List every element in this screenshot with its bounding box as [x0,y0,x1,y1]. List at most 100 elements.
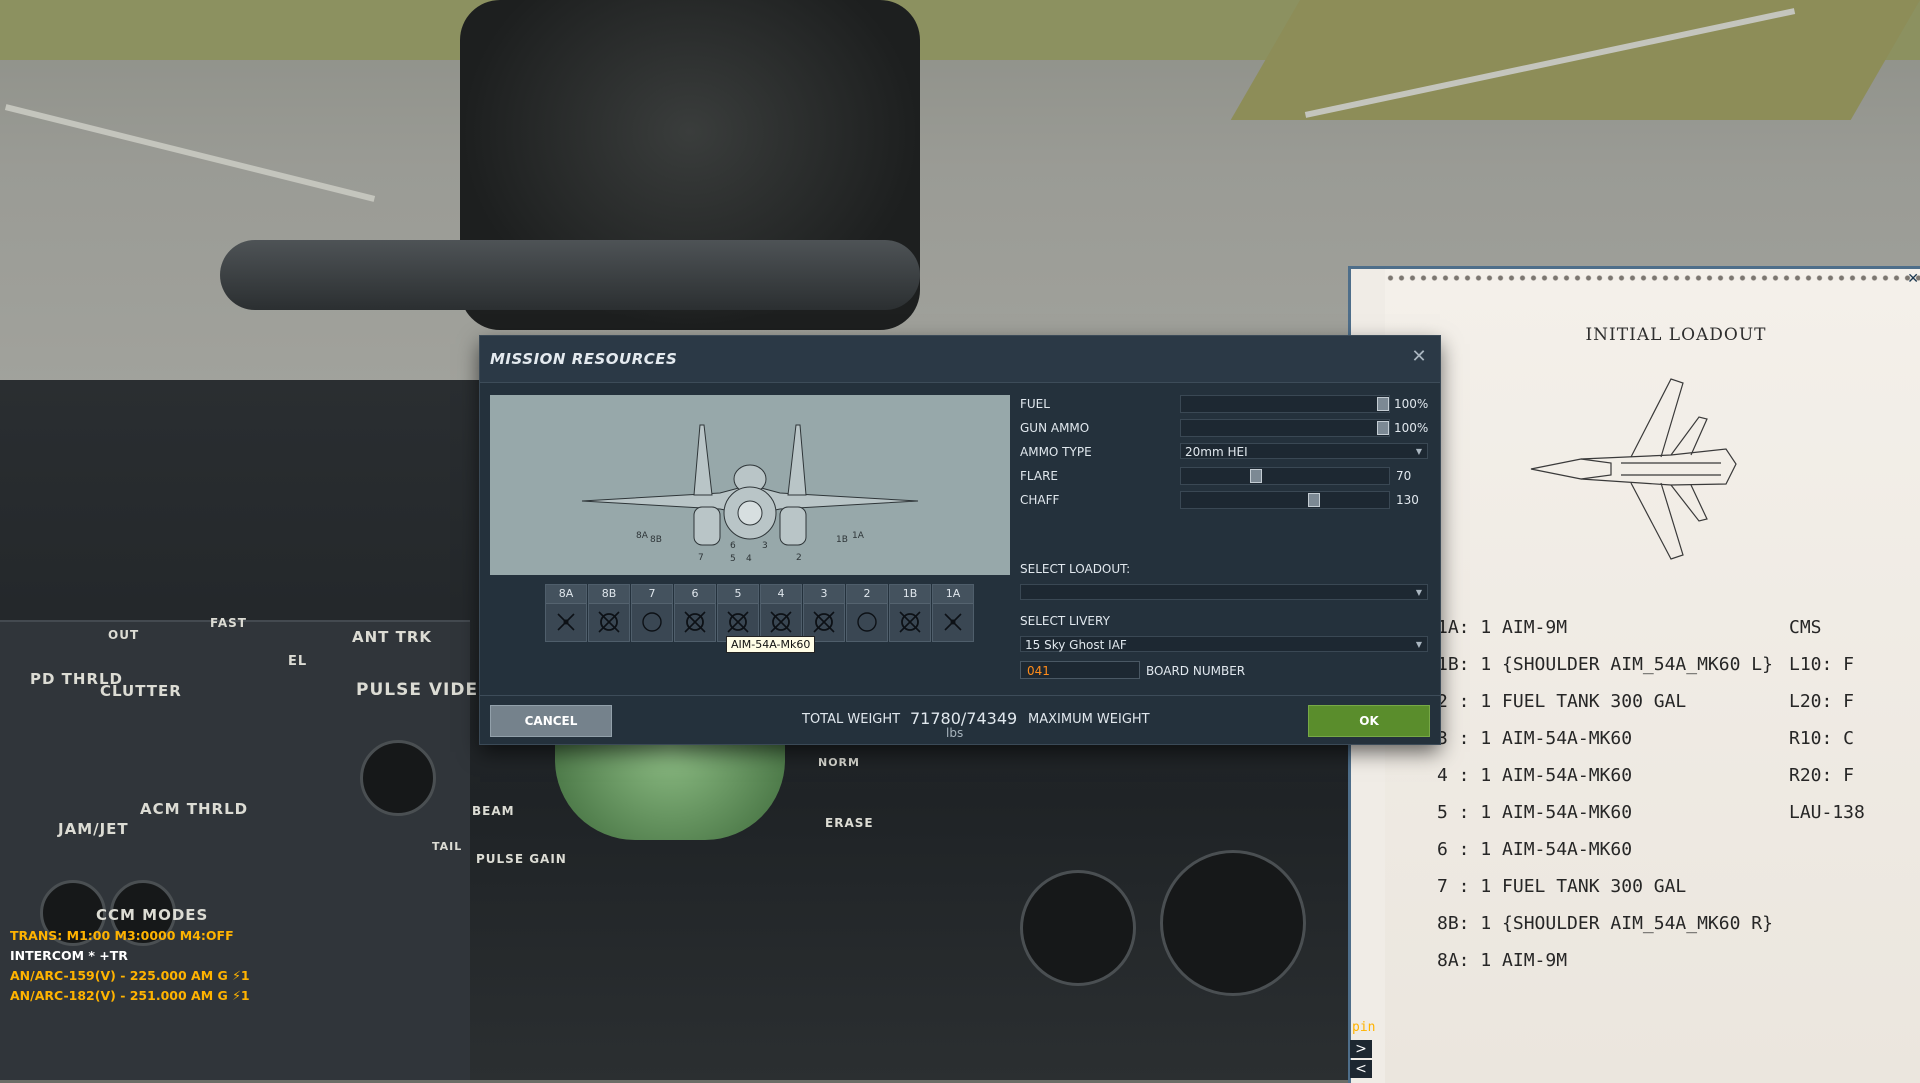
select-livery-label: SELECT LIVERY [1020,614,1110,628]
dialog-title: MISSION RESOURCES [490,350,678,368]
pylon-label: 8B [589,585,629,604]
total-weight-label: TOTAL WEIGHT [802,712,901,727]
el-label: EL [288,654,308,669]
aim-9m-icon [557,613,575,631]
loadout-line: 6 : 1 AIM-54A-MK60 [1437,839,1633,860]
dialog-footer: CANCEL TOTAL WEIGHT 71780/74349 lbs MAXI… [480,695,1440,744]
preview-label-5: 5 [730,554,736,564]
preview-label-8b: 8B [650,535,662,545]
preview-label-6: 6 [730,541,736,551]
preview-label-7: 7 [698,553,704,563]
fuel-value: 100% [1394,397,1429,411]
flare-slider-thumb[interactable] [1250,469,1262,483]
pylon-label: 6 [675,585,715,604]
pylon-slot[interactable]: 6 [674,584,716,642]
pylon-label: 2 [847,585,887,604]
ant-trk-label: ANT TRK [352,628,433,646]
pylon-slot[interactable]: 5 [717,584,759,642]
gun-ammo-slider[interactable] [1180,419,1390,437]
dialog-close-icon[interactable]: ✕ [1408,346,1430,368]
ok-button[interactable]: OK [1308,705,1430,737]
preview-label-3: 3 [762,541,768,551]
fuel-slider-thumb[interactable] [1377,397,1389,411]
out-label: OUT [108,628,140,642]
arc182-status: AN/ARC-182(V) - 251.000 AM G ⚡1 [10,988,250,1003]
pylon-label: 7 [632,585,672,604]
board-number-label: BOARD NUMBER [1146,664,1246,678]
loadout-line: 1A: 1 AIM-9M CMS [1437,617,1822,638]
chaff-value: 130 [1396,493,1419,507]
fuel-tank-icon [642,612,662,632]
pylon-label: 1B [890,585,930,604]
kneeboard-prev-button[interactable]: < [1350,1060,1372,1078]
chaff-slider[interactable] [1180,491,1390,509]
compass-gauge [1160,850,1306,996]
loadout-select[interactable]: ▼ [1020,584,1428,600]
kneeboard-close-icon[interactable]: ✕ [1907,271,1919,287]
pylon-slot[interactable]: 8A [545,584,587,642]
kneeboard-pin-button[interactable]: pin [1352,1020,1375,1035]
gun-ammo-value: 100% [1394,421,1429,435]
board-number-input[interactable]: 041 [1020,661,1140,679]
gun-ammo-label: GUN AMMO [1020,421,1090,435]
ccm-modes-label: CCM MODES [96,906,209,924]
pylon-label: 3 [804,585,844,604]
loadout-line: 7 : 1 FUEL TANK 300 GAL [1437,876,1687,897]
chaff-slider-thumb[interactable] [1308,493,1320,507]
loadout-line: 2 : 1 FUEL TANK 300 GAL L20: F [1437,691,1855,712]
pylon-selector: 8A 8B 7 6 5 4 3 2 1B 1A [545,584,975,644]
aircraft-front-view-icon: 8A 8B 7 6 5 4 3 2 1B 1A [581,424,919,564]
pylon-label: 8A [546,585,586,604]
kneeboard-next-button[interactable]: > [1350,1040,1372,1058]
preview-label-4: 4 [746,554,752,564]
ammo-type-label: AMMO TYPE [1020,445,1092,459]
fast-label: FAST [210,616,247,630]
flare-slider[interactable] [1180,467,1390,485]
aim-54-icon [813,611,835,633]
preview-label-8a: 8A [636,531,649,541]
pulse-video-label: PULSE VIDEO [356,680,494,700]
trans-status: TRANS: M1:00 M3:0000 M4:OFF [10,928,234,943]
radio-status-overlay: TRANS: M1:00 M3:0000 M4:OFF INTERCOM * +… [10,926,250,1006]
kneeboard-title: INITIAL LOADOUT [1585,325,1767,345]
pylon-slot[interactable]: 7 [631,584,673,642]
aim-54-icon [899,611,921,633]
acm-thrld-label: ACM THRLD [140,800,249,818]
pylon-slot[interactable]: 1A [932,584,974,642]
aim-54-icon [684,611,706,633]
select-loadout-label: SELECT LOADOUT: [1020,562,1131,576]
loadout-list: 1A: 1 AIM-9M CMS 1B: 1 {SHOULDER AIM_54A_… [1437,609,1920,979]
pylon-slot[interactable]: 4 [760,584,802,642]
gun-ammo-slider-thumb[interactable] [1377,421,1389,435]
pylon-slot[interactable]: 3 [803,584,845,642]
jam-jet-label: JAM/JET [58,820,129,838]
weight-unit: lbs [946,726,964,740]
ammo-type-value: 20mm HEI [1185,445,1248,459]
loadout-line: 4 : 1 AIM-54A-MK60 R20: F [1437,765,1855,786]
intercom-status: INTERCOM * +TR [10,948,128,963]
loadout-line: 8B: 1 {SHOULDER AIM_54A_MK60 R} [1437,913,1773,934]
cancel-button[interactable]: CANCEL [490,705,612,737]
fuel-qty-gauge [1020,870,1136,986]
pylon-slot[interactable]: 1B [889,584,931,642]
loadout-line: 8A: 1 AIM-9M [1437,950,1568,971]
loadout-line: 5 : 1 AIM-54A-MK60 LAU-138 [1437,802,1865,823]
fuel-slider[interactable] [1180,395,1390,413]
chaff-label: CHAFF [1020,493,1060,507]
notepad-binding [1385,273,1920,283]
livery-value: 15 Sky Ghost IAF [1025,638,1127,652]
clutter-label: CLUTTER [100,682,182,700]
erase-label: ERASE [825,816,874,830]
aircraft-preview: 8A 8B 7 6 5 4 3 2 1B 1A [490,395,1010,575]
norm-label: NORM [818,756,860,769]
pylon-slot[interactable]: 2 [846,584,888,642]
aircraft-sketch-icon [1530,378,1737,560]
ammo-type-select[interactable]: 20mm HEI ▼ [1180,443,1428,459]
preview-label-2: 2 [796,553,802,563]
pulse-gain-label: PULSE GAIN [476,852,567,866]
pylon-label: 5 [718,585,758,604]
livery-select[interactable]: 15 Sky Ghost IAF ▼ [1020,636,1428,652]
pylon-slot[interactable]: 8B [588,584,630,642]
dialog-header: MISSION RESOURCES ✕ [480,336,1440,383]
loadout-line: 3 : 1 AIM-54A-MK60 R10: C [1437,728,1855,749]
